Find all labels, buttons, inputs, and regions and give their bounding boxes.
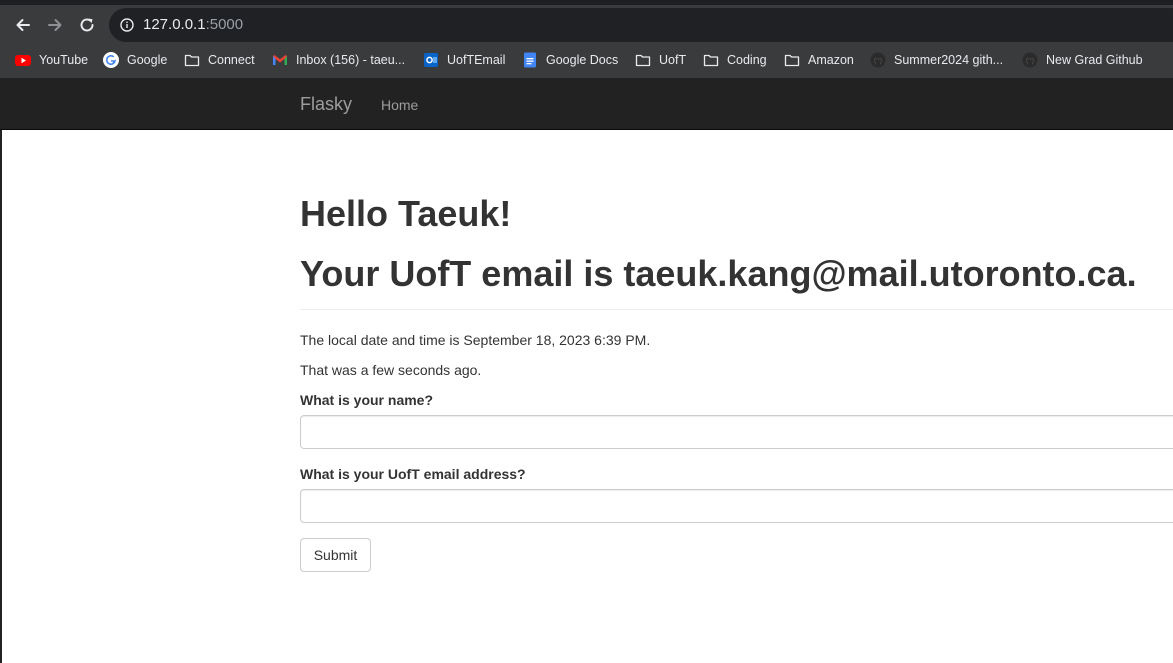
bookmarks-bar: YouTube Google Connect Inbox (156) - tae…	[0, 46, 1173, 74]
bookmark-label: Google	[127, 53, 168, 67]
bookmark-label: Google Docs	[546, 53, 619, 67]
arrow-left-icon	[16, 19, 30, 31]
bookmark-uoft[interactable]: UofT	[635, 51, 686, 69]
bookmark-label: Coding	[727, 53, 767, 67]
email-label: What is your UofT email address?	[300, 466, 526, 482]
github-icon	[870, 52, 886, 68]
folder-icon	[703, 54, 719, 67]
nav-home-link[interactable]: Home	[381, 97, 418, 113]
email-input[interactable]	[300, 489, 1173, 523]
bookmark-uoftemail[interactable]: UofTEmail	[423, 51, 505, 69]
navbar-brand[interactable]: Flasky	[300, 94, 352, 115]
bookmark-amazon[interactable]: Amazon	[784, 51, 854, 69]
bookmark-label: Connect	[208, 53, 255, 67]
reload-icon	[80, 18, 94, 32]
name-input[interactable]	[300, 415, 1173, 449]
header-divider	[300, 309, 1173, 310]
bookmark-label: Summer2024 gith...	[894, 53, 1004, 67]
bookmark-google[interactable]: Google	[103, 51, 167, 69]
bookmark-label: Inbox (156) - taeu...	[296, 53, 406, 67]
url-host: 127.0.0.1	[143, 16, 206, 33]
bookmark-youtube[interactable]: YouTube	[15, 51, 88, 69]
github-icon	[1022, 52, 1038, 68]
url-text[interactable]: 127.0.0.1:5000	[143, 16, 243, 33]
bookmark-inbox[interactable]: Inbox (156) - taeu...	[272, 51, 405, 69]
bookmark-label: UofT	[659, 53, 687, 67]
info-icon[interactable]	[120, 18, 134, 32]
greeting-heading: Hello Taeuk!	[300, 193, 512, 234]
arrow-right-icon	[48, 19, 62, 31]
bookmark-coding[interactable]: Coding	[703, 51, 767, 69]
address-bar[interactable]: 127.0.0.1:5000	[109, 8, 1173, 42]
folder-icon	[184, 54, 200, 67]
site-navbar: Flasky Home	[0, 78, 1173, 130]
outlook-icon	[424, 53, 438, 67]
back-button[interactable]	[11, 13, 35, 37]
local-datetime-text: The local date and time is September 18,…	[300, 332, 651, 348]
reload-button[interactable]	[75, 13, 99, 37]
submit-button[interactable]: Submit	[300, 538, 371, 572]
bookmark-label: UofTEmail	[447, 53, 506, 67]
youtube-icon	[15, 55, 31, 66]
bookmark-connect[interactable]: Connect	[184, 51, 255, 69]
name-label: What is your name?	[300, 392, 434, 408]
bookmark-label: YouTube	[39, 53, 89, 67]
bookmark-google-docs[interactable]: Google Docs	[522, 51, 618, 69]
email-heading: Your UofT email is taeuk.kang@mail.utoro…	[300, 253, 1137, 294]
folder-icon	[635, 54, 651, 67]
relative-time-text: That was a few seconds ago.	[300, 362, 482, 378]
tab-strip	[0, 0, 1173, 5]
url-port: :5000	[205, 16, 244, 33]
folder-icon	[784, 54, 800, 67]
bookmark-label: Amazon	[808, 53, 854, 67]
bookmark-label: New Grad Github	[1046, 53, 1143, 67]
browser-toolbar: 127.0.0.1:5000 YouTube Google Connect In…	[0, 0, 1173, 78]
google-icon	[103, 52, 119, 68]
page-viewport	[0, 78, 1173, 663]
bookmark-new-grad-github[interactable]: New Grad Github	[1022, 51, 1143, 69]
gmail-icon	[273, 55, 287, 65]
bookmark-summer2024-github[interactable]: Summer2024 gith...	[870, 51, 1003, 69]
forward-button[interactable]	[43, 13, 67, 37]
google-docs-icon	[524, 52, 536, 68]
